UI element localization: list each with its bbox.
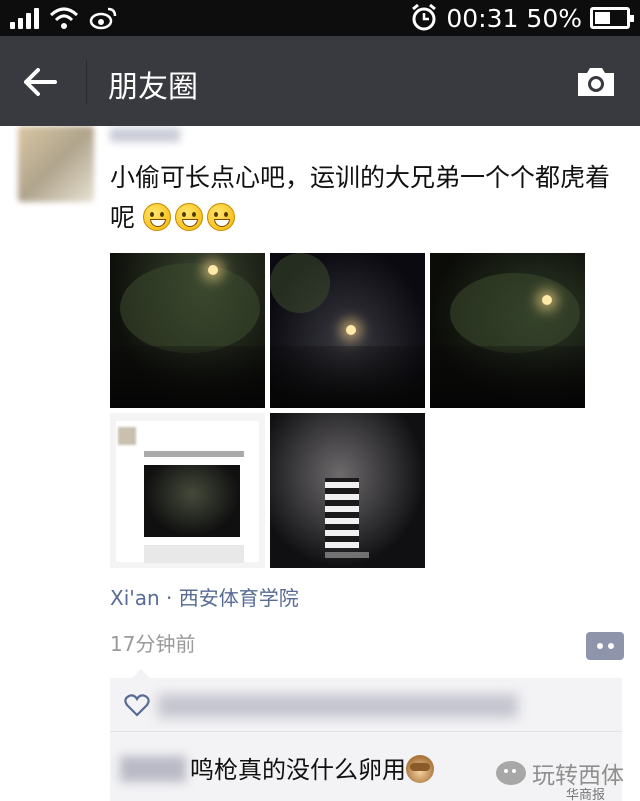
back-button[interactable] bbox=[14, 56, 66, 108]
watermark-sub: 华商报 bbox=[566, 788, 606, 801]
post-text: 小偷可长点心吧，运训的大兄弟一个个都虎着呢 bbox=[110, 158, 630, 238]
commenter-blurred[interactable] bbox=[120, 756, 186, 782]
likes-row bbox=[110, 678, 622, 732]
photo-thumbnail[interactable] bbox=[270, 413, 425, 568]
photo-thumbnail[interactable] bbox=[110, 413, 265, 568]
see-no-evil-monkey-icon bbox=[406, 755, 434, 783]
heart-icon bbox=[124, 694, 150, 717]
nav-bar: 朋友圈 bbox=[0, 36, 640, 126]
likers-blurred[interactable] bbox=[158, 694, 518, 718]
grin-emoji-icon bbox=[174, 203, 203, 231]
comment-text: 鸣枪真的没什么卵用 bbox=[190, 750, 434, 785]
back-arrow-icon bbox=[24, 68, 57, 96]
wechat-icon bbox=[496, 761, 526, 785]
location-link[interactable]: Xi'an · 西安体育学院 bbox=[110, 582, 299, 611]
photo-thumbnail[interactable] bbox=[270, 253, 425, 408]
battery-percent: 50% bbox=[526, 3, 582, 33]
weibo-icon bbox=[89, 7, 117, 30]
photo-thumbnail[interactable] bbox=[430, 253, 585, 408]
photo-grid bbox=[110, 253, 585, 568]
signal-icon bbox=[10, 7, 39, 29]
grin-emoji-icon bbox=[206, 203, 235, 231]
moments-feed[interactable]: 小偷可长点心吧，运训的大兄弟一个个都虎着呢 Xi'an · 西安体育学院 17分… bbox=[0, 126, 640, 801]
status-time: 00:31 bbox=[446, 3, 519, 33]
post-timestamp: 17分钟前 bbox=[110, 632, 196, 656]
wifi-icon bbox=[49, 7, 79, 29]
avatar[interactable] bbox=[18, 126, 94, 202]
camera-button[interactable] bbox=[570, 56, 622, 108]
photo-thumbnail[interactable] bbox=[110, 253, 265, 408]
status-icons-right: 00:31 50% bbox=[410, 2, 634, 34]
camera-icon bbox=[578, 68, 614, 96]
status-bar: 00:31 50% bbox=[0, 0, 640, 36]
status-icons-left bbox=[10, 4, 117, 32]
alarm-icon bbox=[412, 4, 437, 31]
comment-menu-button[interactable] bbox=[586, 632, 624, 660]
nav-divider bbox=[86, 60, 87, 104]
username-blurred[interactable] bbox=[110, 128, 180, 142]
grin-emoji-icon bbox=[142, 203, 171, 231]
page-title: 朋友圈 bbox=[108, 70, 198, 105]
battery-icon bbox=[590, 7, 634, 29]
